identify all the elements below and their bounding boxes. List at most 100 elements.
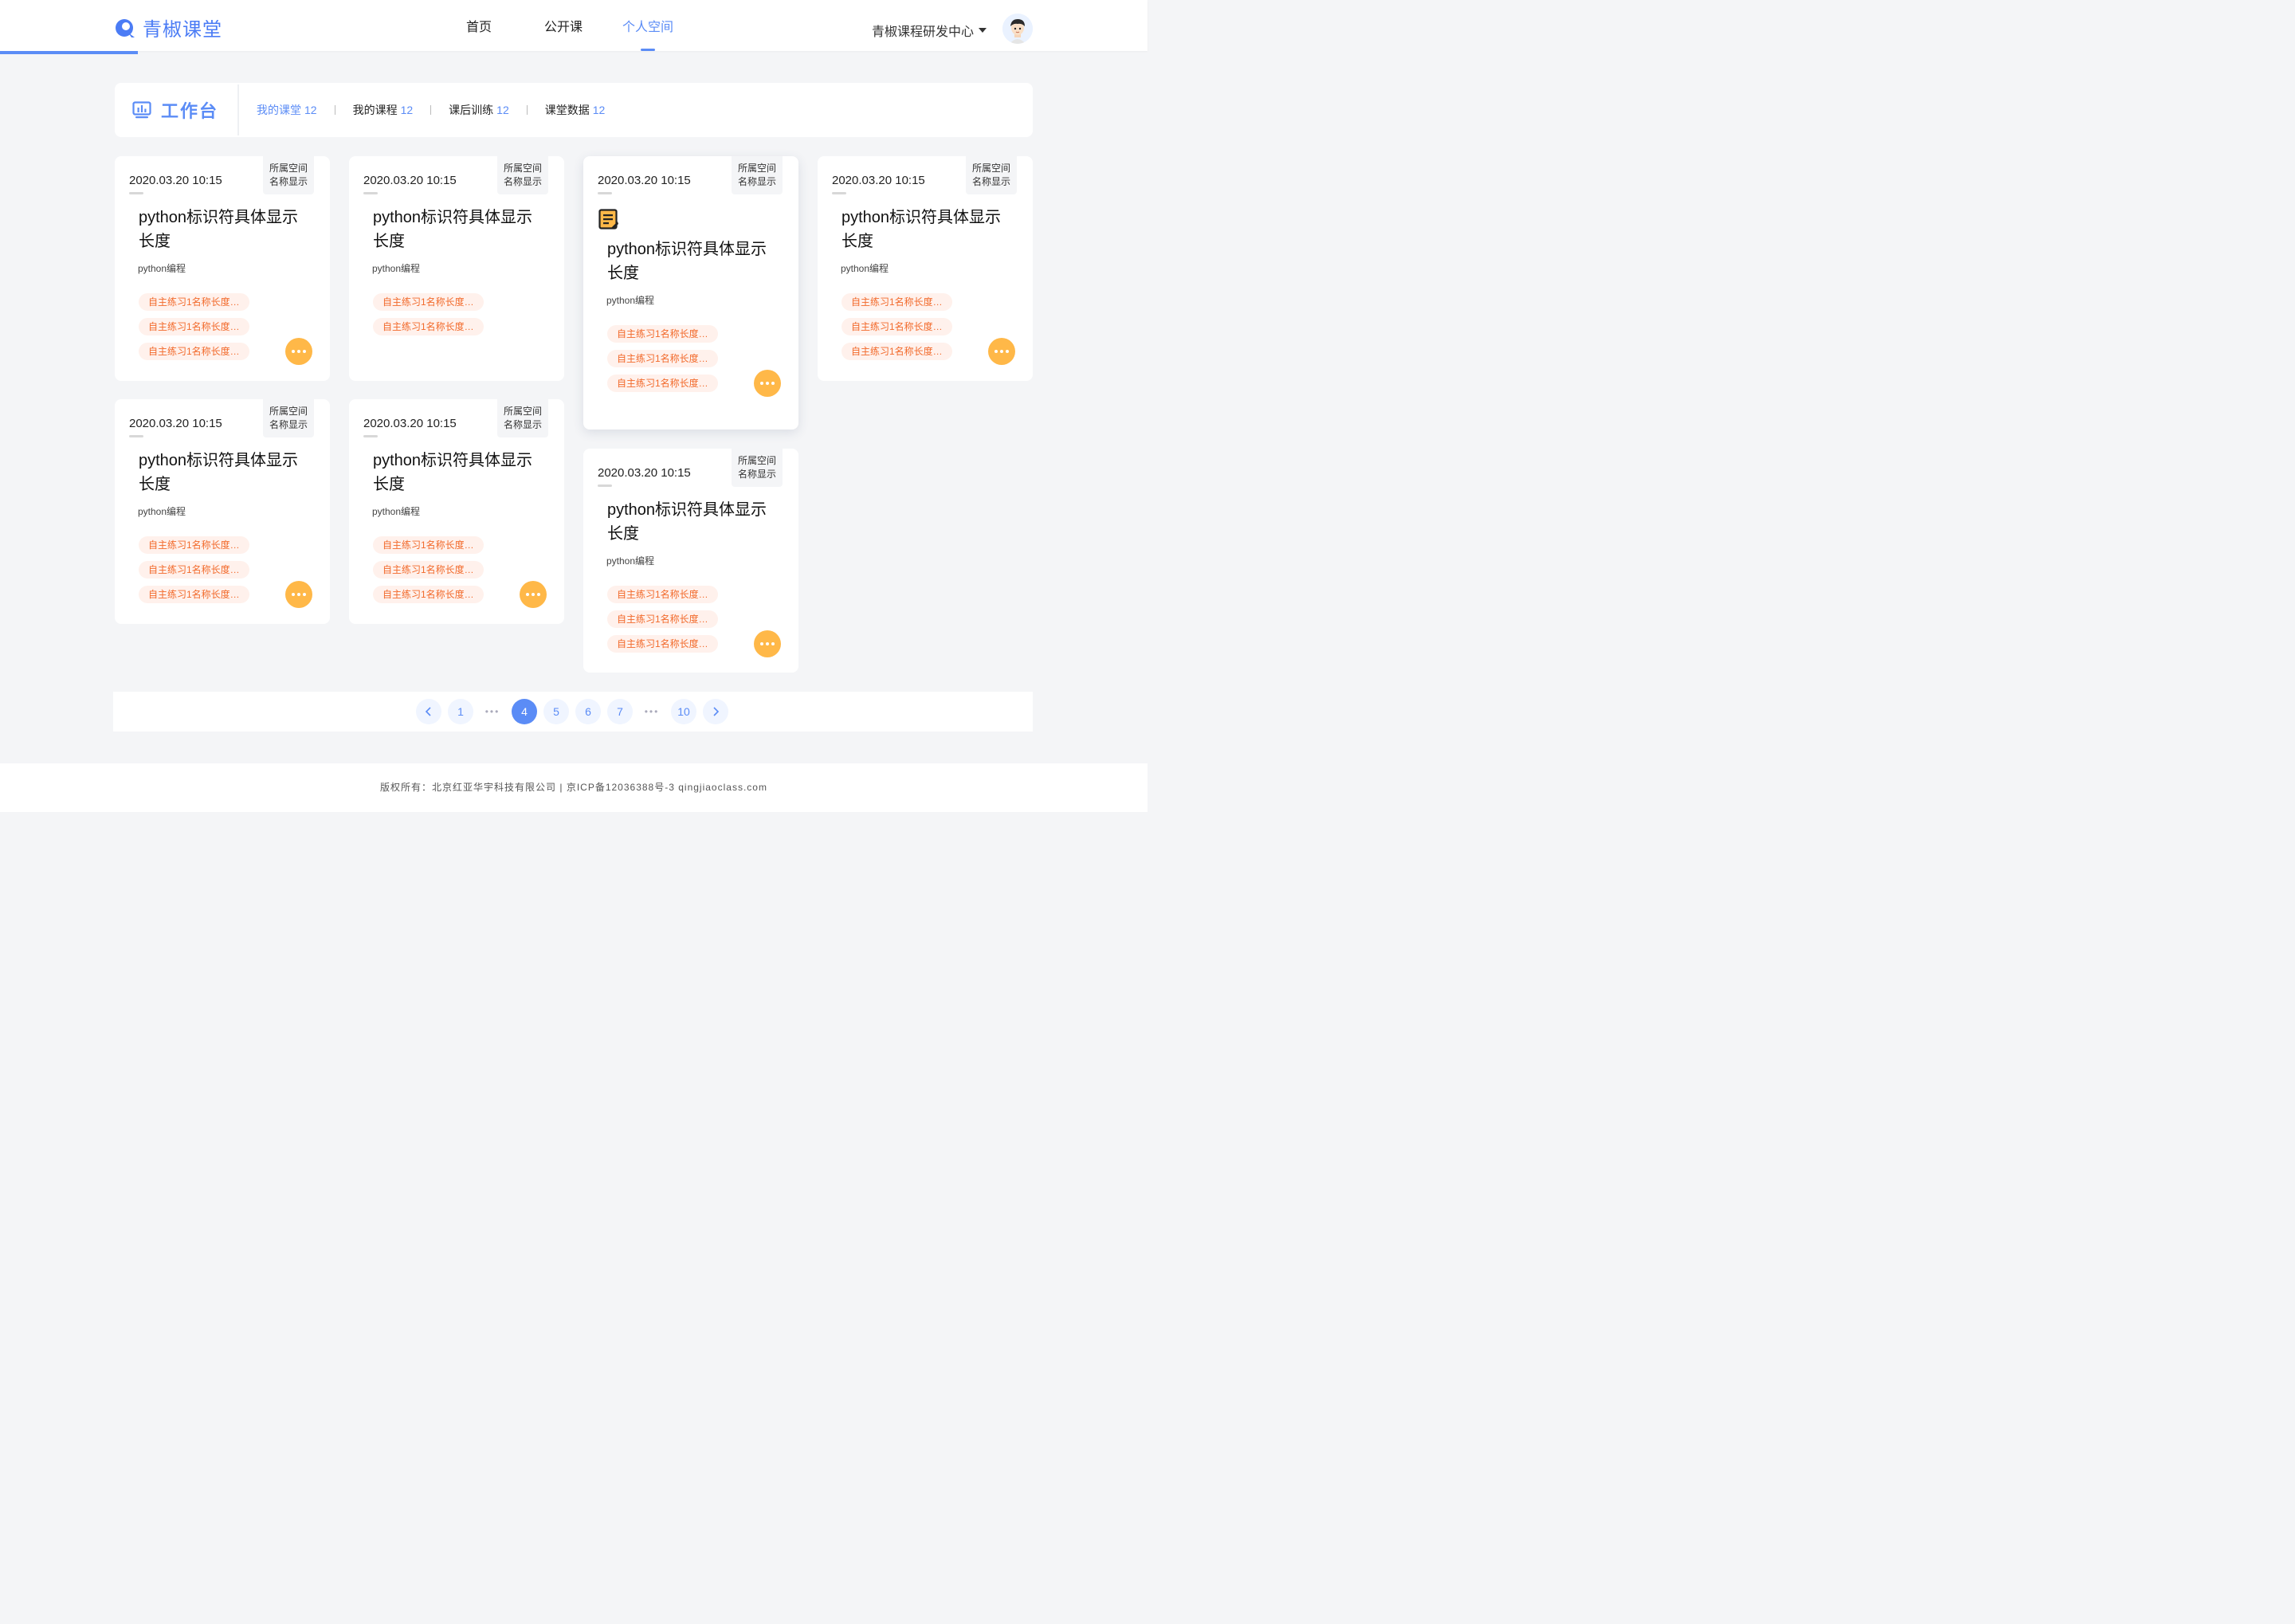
exercise-tag[interactable]: 自主练习1名称长度…	[139, 561, 249, 579]
exercise-tag[interactable]: 自主练习1名称长度…	[139, 318, 249, 335]
card-subject: python编程	[138, 506, 186, 517]
date-underline	[598, 484, 612, 487]
exercise-tag[interactable]: 自主练习1名称长度…	[139, 586, 249, 603]
exercise-tag[interactable]: 自主练习1名称长度…	[607, 375, 718, 392]
exercise-tag[interactable]: 自主练习1名称长度…	[373, 536, 484, 554]
classroom-card[interactable]: 2020.03.20 10:15 所属空间 名称显示 python标识符具体显示…	[583, 156, 798, 430]
date-underline	[363, 435, 378, 437]
page-button-1[interactable]: 1	[448, 699, 473, 724]
more-dot-icon	[532, 593, 535, 596]
space-badge: 所属空间 名称显示	[497, 156, 548, 194]
classroom-card[interactable]: 2020.03.20 10:15 所属空间 名称显示 python标识符具体显示…	[115, 156, 330, 381]
next-page-button[interactable]	[703, 699, 728, 724]
exercise-tag[interactable]: 自主练习1名称长度…	[373, 561, 484, 579]
exercise-tag[interactable]: 自主练习1名称长度…	[139, 536, 249, 554]
chevron-right-icon	[713, 707, 720, 716]
more-dot-icon	[760, 642, 763, 645]
exercise-tag[interactable]: 自主练习1名称长度…	[842, 343, 952, 360]
workbench-title-text: 工作台	[161, 101, 219, 121]
nav-item-personal-space[interactable]: 个人空间	[606, 0, 690, 51]
more-dot-icon	[297, 593, 300, 596]
exercise-tag[interactable]: 自主练习1名称长度…	[842, 293, 952, 311]
page-button-6[interactable]: 6	[575, 699, 601, 724]
tab-my-courses[interactable]: 我的课程 12	[353, 102, 414, 118]
more-dot-icon	[303, 593, 306, 596]
tab-my-classroom[interactable]: 我的课堂 12	[257, 102, 317, 118]
classroom-card[interactable]: 2020.03.20 10:15 所属空间 名称显示 python标识符具体显示…	[583, 449, 798, 673]
exercise-tag[interactable]: 自主练习1名称长度…	[607, 350, 718, 367]
card-date: 2020.03.20 10:15	[598, 466, 691, 480]
classroom-card[interactable]: 2020.03.20 10:15 所属空间 名称显示 python标识符具体显示…	[349, 399, 564, 624]
more-dot-icon	[771, 382, 775, 385]
nav-item-home[interactable]: 首页	[437, 0, 521, 51]
space-badge: 所属空间 名称显示	[263, 399, 314, 437]
more-dot-icon	[766, 642, 769, 645]
exercise-tag[interactable]: 自主练习1名称长度…	[373, 586, 484, 603]
tab-count: 12	[400, 104, 414, 116]
card-subject: python编程	[372, 263, 421, 274]
tab-count: 12	[304, 104, 317, 116]
space-badge: 所属空间 名称显示	[263, 156, 314, 194]
more-button[interactable]	[988, 338, 1015, 365]
more-button[interactable]	[520, 581, 547, 608]
avatar[interactable]	[1002, 14, 1033, 44]
page-button-10[interactable]: 10	[671, 699, 696, 724]
exercise-tag[interactable]: 自主练习1名称长度…	[842, 318, 952, 335]
card-title: python标识符具体显示长度	[373, 452, 533, 493]
more-button[interactable]	[285, 581, 312, 608]
document-icon	[598, 209, 618, 229]
org-selector[interactable]: 青椒课程研发中心	[872, 21, 987, 40]
page-ellipsis: •••	[644, 706, 660, 717]
more-button[interactable]	[754, 370, 781, 397]
card-date: 2020.03.20 10:15	[363, 417, 457, 430]
page-button-4[interactable]: 4	[512, 699, 537, 724]
exercise-tag[interactable]: 自主练习1名称长度…	[607, 325, 718, 343]
date-underline	[598, 192, 612, 194]
space-badge: 所属空间 名称显示	[732, 156, 783, 194]
page-ellipsis: •••	[484, 706, 500, 717]
tab-classroom-data[interactable]: 课堂数据 12	[545, 102, 606, 118]
more-dot-icon	[771, 642, 775, 645]
space-badge: 所属空间 名称显示	[732, 449, 783, 487]
exercise-tag[interactable]: 自主练习1名称长度…	[139, 343, 249, 360]
chart-board-icon	[132, 101, 151, 119]
tab-separator	[430, 105, 432, 115]
card-subject: python编程	[606, 295, 655, 306]
card-subject: python编程	[138, 263, 186, 274]
exercise-tag[interactable]: 自主练习1名称长度…	[607, 610, 718, 628]
exercise-tag[interactable]: 自主练习1名称长度…	[607, 635, 718, 653]
logo[interactable]: 青椒课堂	[114, 14, 222, 41]
prev-page-button[interactable]	[416, 699, 441, 724]
main-nav: 首页 公开课 个人空间	[437, 0, 690, 51]
more-dot-icon	[526, 593, 529, 596]
classroom-card[interactable]: 2020.03.20 10:15 所属空间 名称显示 python标识符具体显示…	[115, 399, 330, 624]
chevron-left-icon	[425, 707, 431, 716]
page-progress-bar	[0, 51, 138, 54]
classroom-card[interactable]: 2020.03.20 10:15 所属空间 名称显示 python标识符具体显示…	[349, 156, 564, 381]
card-title: python标识符具体显示长度	[139, 209, 299, 250]
exercise-tag[interactable]: 自主练习1名称长度…	[373, 318, 484, 335]
nav-item-open-courses[interactable]: 公开课	[521, 0, 606, 51]
more-dot-icon	[760, 382, 763, 385]
footer-copyright: 版权所有：北京红亚华宇科技有限公司 | 京ICP备12036388号-3 qin…	[380, 782, 767, 793]
more-button[interactable]	[285, 338, 312, 365]
page: 青椒课堂 首页 公开课 个人空间 青椒课程研发中心 工作台 我的课堂 12 我的…	[0, 0, 1148, 812]
page-button-5[interactable]: 5	[543, 699, 569, 724]
tab-after-class-training[interactable]: 课后训练 12	[449, 102, 509, 118]
workbench-title: 工作台	[132, 83, 218, 137]
more-dot-icon	[292, 593, 295, 596]
date-underline	[832, 192, 846, 194]
exercise-tag[interactable]: 自主练习1名称长度…	[607, 586, 718, 603]
more-button[interactable]	[754, 630, 781, 657]
exercise-tag[interactable]: 自主练习1名称长度…	[139, 293, 249, 311]
classroom-card[interactable]: 2020.03.20 10:15 所属空间 名称显示 python标识符具体显示…	[818, 156, 1033, 381]
logo-text: 青椒课堂	[143, 19, 222, 41]
workbench-bar: 工作台 我的课堂 12 我的课程 12 课后训练 12 课堂数据 12	[115, 83, 1033, 137]
logo-icon	[116, 18, 135, 37]
more-dot-icon	[537, 593, 540, 596]
exercise-tag[interactable]: 自主练习1名称长度…	[373, 293, 484, 311]
page-button-7[interactable]: 7	[607, 699, 633, 724]
tab-label: 课堂数据	[544, 104, 590, 116]
more-dot-icon	[1000, 350, 1003, 353]
space-badge: 所属空间 名称显示	[966, 156, 1017, 194]
